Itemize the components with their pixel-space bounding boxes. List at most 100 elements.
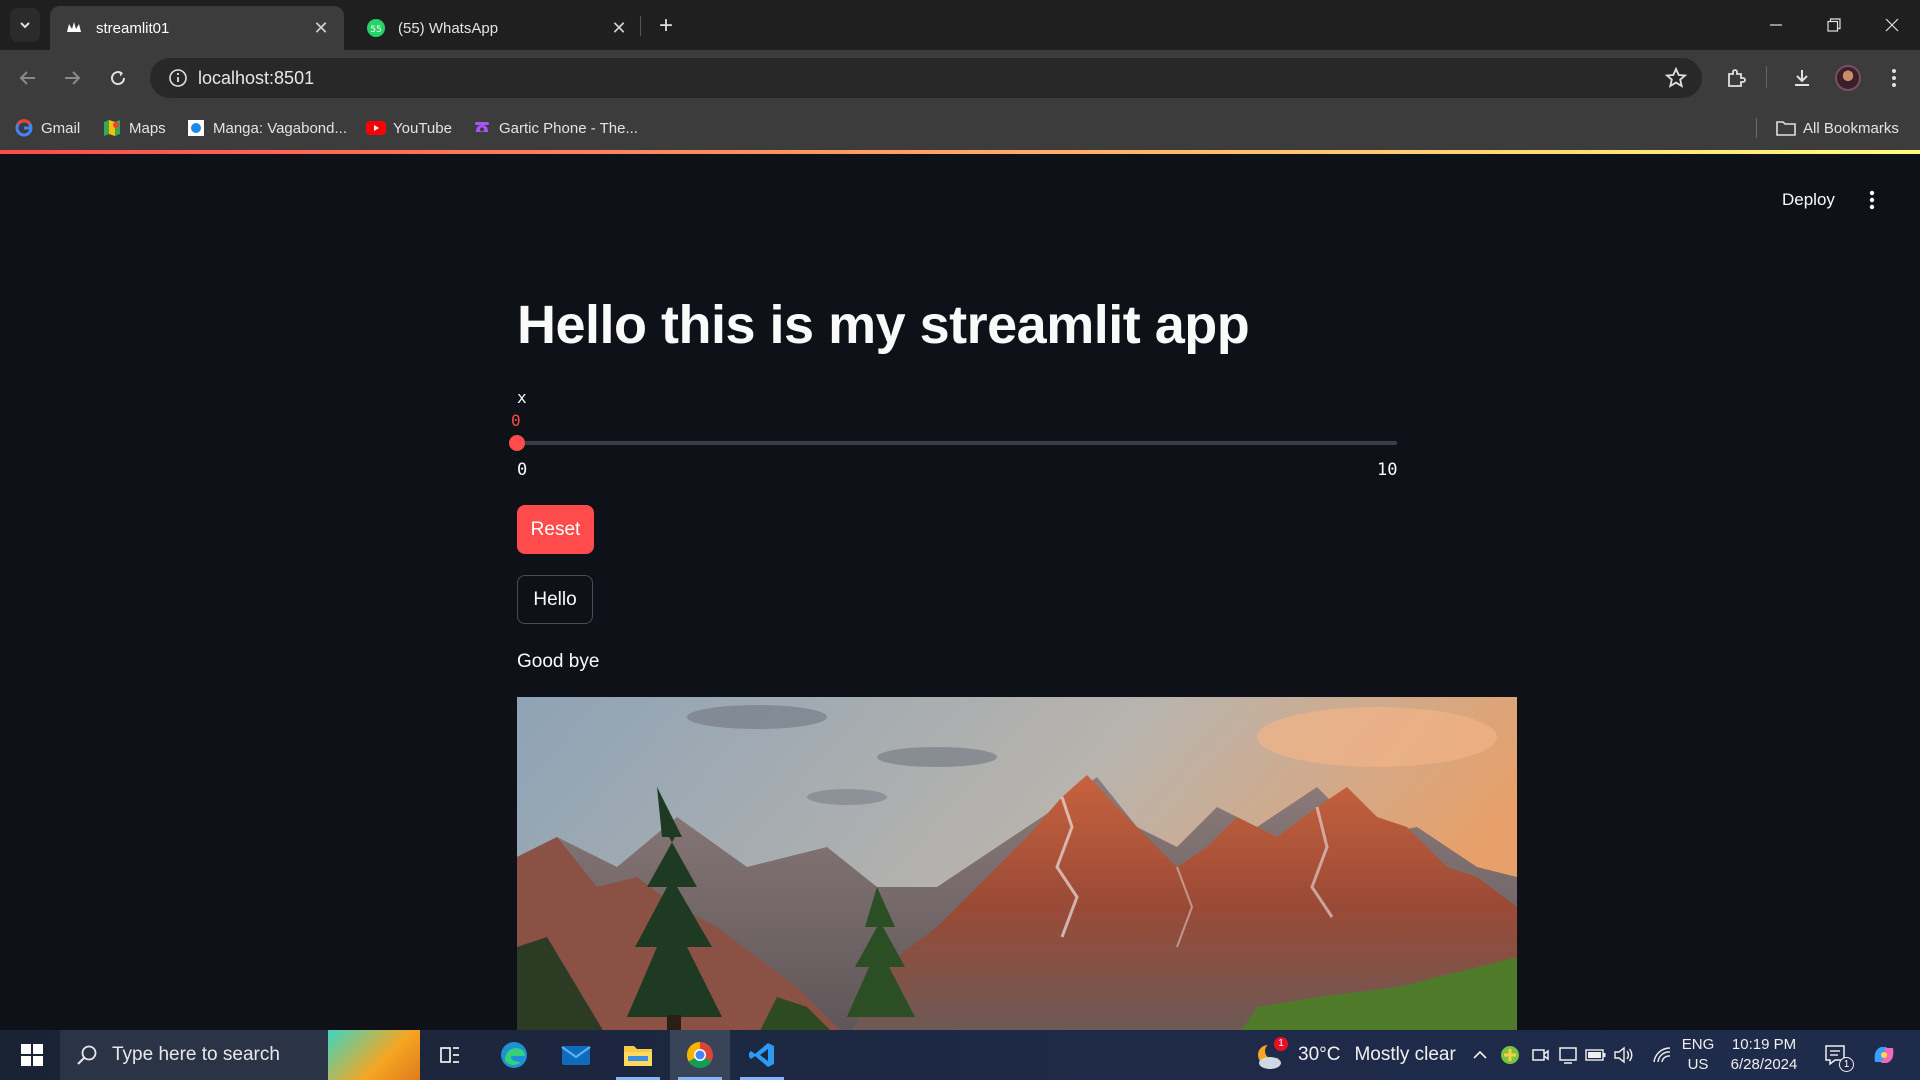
taskbar-clock[interactable]: 10:19 PM 6/28/2024 <box>1724 1035 1804 1075</box>
hello-button[interactable]: Hello <box>517 575 593 624</box>
clock-time: 10:19 PM <box>1731 1036 1797 1053</box>
forward-button[interactable] <box>56 62 88 94</box>
slider-track[interactable] <box>509 435 1397 451</box>
tray-monitor-icon[interactable] <box>1554 1030 1582 1080</box>
folder-icon <box>624 1046 652 1066</box>
taskbar-mail[interactable] <box>546 1030 606 1080</box>
slider-min-label: 0 <box>517 460 528 480</box>
reset-button[interactable]: Reset <box>517 505 594 554</box>
arrow-left-icon <box>19 71 35 85</box>
tiger-search-highlight-icon <box>328 1030 420 1080</box>
arrow-right-icon <box>65 71 81 85</box>
toolbar-separator <box>1766 66 1767 88</box>
gartic-phone-icon <box>472 118 492 138</box>
reload-button[interactable] <box>102 62 134 94</box>
page-title: Hello this is my streamlit app <box>517 295 1250 355</box>
tab-title: (55) WhatsApp <box>398 19 499 37</box>
minimize-icon <box>1770 24 1782 26</box>
windows-taskbar: Type here to search 1 30°C Mostly clear <box>0 1030 1920 1080</box>
browser-tab-bar: streamlit01 ✕ 55 (55) WhatsApp ✕ + <box>0 0 1920 50</box>
search-icon <box>77 1045 97 1065</box>
bookmark-gmail[interactable]: Gmail <box>14 116 80 140</box>
bookmark-label: Gmail <box>41 119 81 137</box>
taskbar-search-box[interactable]: Type here to search <box>60 1030 420 1080</box>
language-code: ENG <box>1681 1036 1715 1053</box>
slider-current-value: 0 <box>511 411 521 430</box>
input-language-indicator[interactable]: ENG US <box>1680 1035 1716 1075</box>
tab-streamlit01[interactable]: streamlit01 ✕ <box>50 6 344 50</box>
slider-max-label: 10 <box>1377 460 1398 480</box>
mail-icon <box>561 1046 591 1065</box>
profile-avatar[interactable] <box>1834 64 1862 92</box>
download-icon[interactable] <box>1788 64 1816 92</box>
start-button[interactable] <box>8 1030 56 1080</box>
bookmark-maps[interactable]: Maps <box>102 116 166 140</box>
bookmark-label: Maps <box>129 119 166 137</box>
notifications-button[interactable]: 1 <box>1818 1030 1854 1080</box>
tab-search-button[interactable] <box>10 8 40 42</box>
url-text[interactable]: localhost:8501 <box>198 68 314 89</box>
mountain-landscape-image <box>517 697 1517 1030</box>
bookmark-gartic-phone[interactable]: Gartic Phone - The... <box>472 116 638 140</box>
slider-thumb[interactable] <box>509 435 525 451</box>
tab-separator <box>640 16 641 36</box>
edge-icon <box>501 1042 527 1068</box>
main-menu-button[interactable] <box>1858 184 1886 216</box>
taskbar-vscode[interactable] <box>732 1030 792 1080</box>
windows-logo-icon <box>21 1044 43 1066</box>
back-button[interactable] <box>12 62 44 94</box>
extensions-icon[interactable] <box>1722 64 1750 92</box>
volume-icon[interactable] <box>1610 1030 1638 1080</box>
weather-badge: 1 <box>1274 1037 1288 1051</box>
weather-widget[interactable]: 1 30°C Mostly clear <box>1254 1030 1456 1080</box>
maps-icon <box>102 118 122 138</box>
avatar <box>1835 65 1861 91</box>
whatsapp-icon: 55 <box>366 18 386 38</box>
copilot-button[interactable] <box>1864 1030 1904 1080</box>
all-bookmarks-button[interactable]: All Bookmarks <box>1776 116 1899 140</box>
battery-icon[interactable] <box>1582 1030 1610 1080</box>
close-icon <box>1885 18 1899 32</box>
weather-moon-cloud-icon: 1 <box>1254 1037 1288 1071</box>
minimize-button[interactable] <box>1748 0 1804 50</box>
reload-icon <box>111 71 126 86</box>
restore-button[interactable] <box>1806 0 1862 50</box>
deploy-button[interactable]: Deploy <box>1770 184 1847 216</box>
bookmark-manga[interactable]: Manga: Vagabond... <box>186 116 347 140</box>
show-hidden-icons-button[interactable] <box>1466 1030 1494 1080</box>
browser-menu-icon[interactable] <box>1880 64 1908 92</box>
bookmarks-bar: Gmail Maps Manga: Vagabond... YouTube Ga… <box>0 106 1920 150</box>
svg-text:55: 55 <box>370 25 381 35</box>
restore-icon <box>1827 18 1841 32</box>
wifi-icon[interactable] <box>1648 1030 1676 1080</box>
bookmark-label: Manga: Vagabond... <box>213 119 347 137</box>
streamlit-app: Deploy Hello this is my streamlit app x … <box>0 154 1920 1030</box>
taskbar-file-explorer[interactable] <box>608 1030 668 1080</box>
all-bookmarks-label: All Bookmarks <box>1803 119 1899 137</box>
tray-meet-now-icon[interactable] <box>1526 1030 1554 1080</box>
tray-app-green-icon[interactable] <box>1496 1030 1524 1080</box>
bookmark-star-icon[interactable] <box>1664 66 1688 95</box>
streamlit-crown-icon <box>64 18 84 38</box>
google-icon <box>14 118 34 138</box>
close-icon[interactable]: ✕ <box>312 18 330 38</box>
kebab-menu-icon <box>1869 190 1875 210</box>
site-info-icon[interactable] <box>158 68 198 88</box>
window-close-button[interactable] <box>1864 0 1920 50</box>
chevron-up-icon <box>1473 1050 1487 1059</box>
task-view-icon <box>440 1047 459 1063</box>
tab-whatsapp[interactable]: 55 (55) WhatsApp ✕ <box>352 6 642 50</box>
bookmark-label: YouTube <box>393 119 452 137</box>
bookmark-label: Gartic Phone - The... <box>499 119 638 137</box>
taskbar-edge[interactable] <box>484 1030 544 1080</box>
bookmark-youtube[interactable]: YouTube <box>366 116 452 140</box>
search-placeholder: Type here to search <box>112 1044 280 1065</box>
task-view-button[interactable] <box>420 1030 480 1080</box>
close-icon[interactable]: ✕ <box>610 18 628 38</box>
goodbye-text: Good bye <box>517 651 600 672</box>
address-bar[interactable]: localhost:8501 <box>150 58 1702 98</box>
notification-count: 1 <box>1839 1057 1854 1072</box>
new-tab-button[interactable]: + <box>652 12 680 40</box>
plus-icon: + <box>658 12 673 39</box>
taskbar-chrome[interactable] <box>670 1030 730 1080</box>
